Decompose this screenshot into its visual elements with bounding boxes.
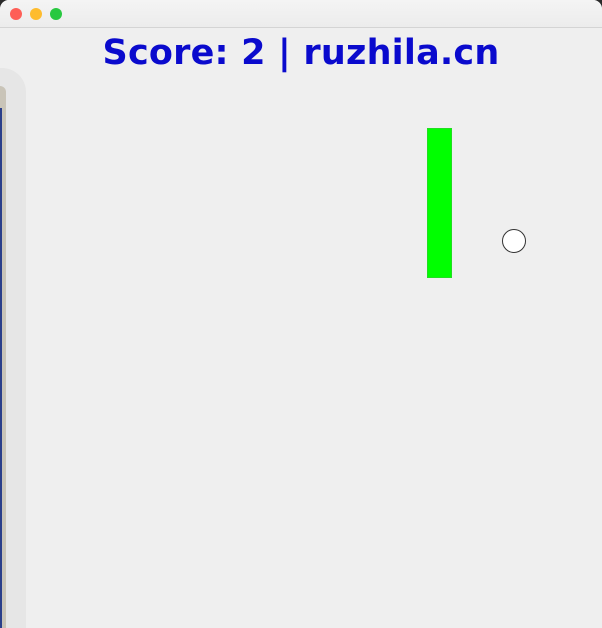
close-window-button[interactable] xyxy=(10,8,22,20)
minimize-window-button[interactable] xyxy=(30,8,42,20)
title-bar xyxy=(0,0,602,28)
game-window: Score: 2 | ruzhila.cn xyxy=(0,0,602,628)
ball xyxy=(502,229,526,253)
score-label: Score: 2 | ruzhila.cn xyxy=(102,33,500,73)
game-canvas[interactable]: Score: 2 | ruzhila.cn xyxy=(0,28,602,628)
background-window-stripe xyxy=(0,108,2,628)
paddle xyxy=(427,128,452,278)
zoom-window-button[interactable] xyxy=(50,8,62,20)
